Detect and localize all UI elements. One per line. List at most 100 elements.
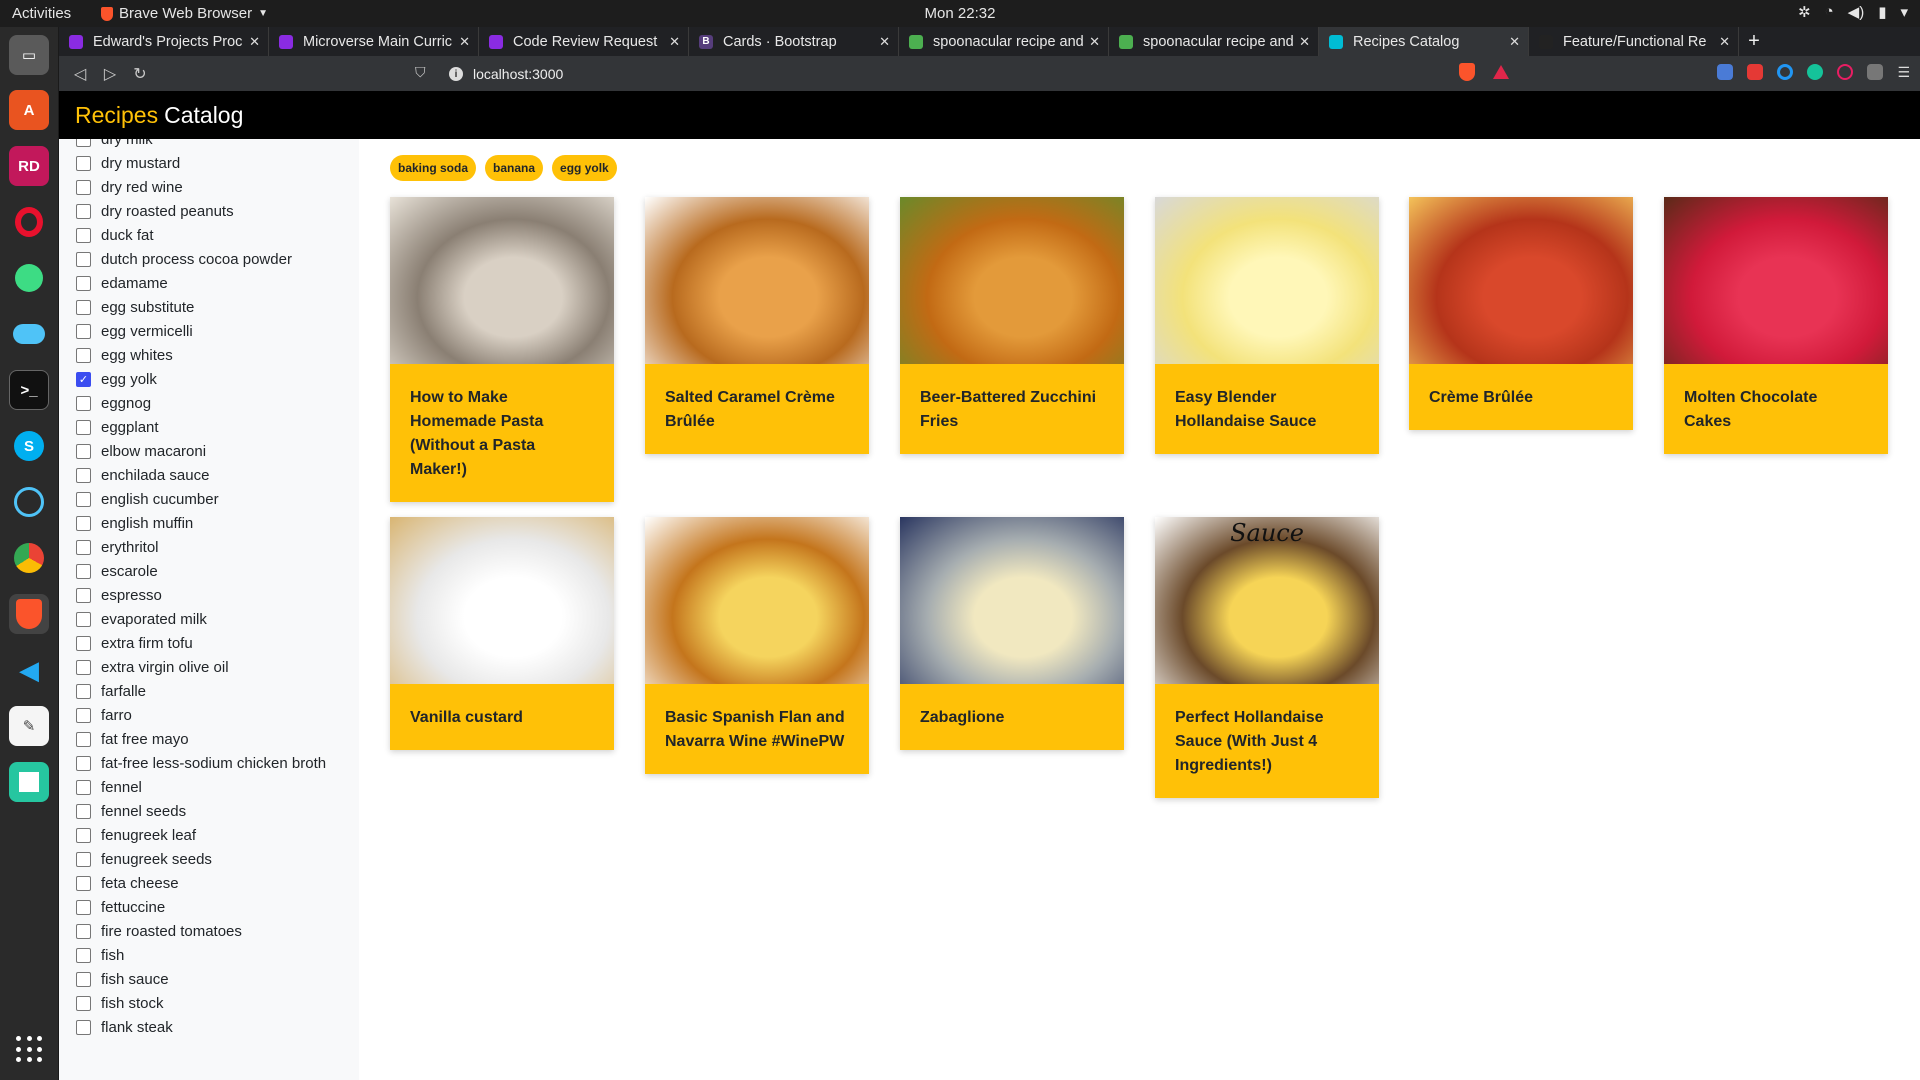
ingredient-checkbox[interactable] [76, 1019, 91, 1035]
ingredient-checkbox[interactable] [76, 635, 91, 651]
remote-desktop-icon[interactable] [9, 482, 49, 522]
browser-tab[interactable]: Code Review Request ✕ [479, 27, 689, 56]
ingredient-checkbox[interactable] [76, 539, 91, 555]
ingredient-item[interactable]: evaporated milk [76, 607, 326, 631]
ingredient-checkbox[interactable] [76, 947, 91, 963]
ingredient-checkbox[interactable] [76, 203, 91, 219]
browser-tab[interactable]: Feature/Functional Re ✕ [1529, 27, 1739, 56]
ingredient-checkbox[interactable] [76, 395, 91, 411]
forward-icon[interactable]: ▷ [95, 64, 125, 84]
ingredient-checkbox[interactable] [76, 683, 91, 699]
ingredient-item[interactable]: feta cheese [76, 871, 326, 895]
c-extension-icon[interactable] [1777, 64, 1794, 80]
vscode-icon[interactable]: ◀ [9, 650, 49, 690]
recipe-image-magazine-cover-chocolate[interactable] [1664, 197, 1888, 364]
ingredient-item[interactable]: elbow macaroni [76, 439, 326, 463]
volume-icon[interactable]: ◀) [1848, 3, 1865, 21]
close-tab-icon[interactable]: ✕ [879, 34, 890, 50]
weather-icon[interactable] [9, 314, 49, 354]
ingredient-item[interactable]: eggplant [76, 415, 326, 439]
recipe-title[interactable]: Vanilla custard [390, 684, 614, 750]
ingredient-item[interactable]: fish sauce [76, 967, 326, 991]
ingredient-chip[interactable]: banana [485, 155, 544, 181]
chrome-icon[interactable] [9, 538, 49, 578]
ingredient-checkbox[interactable] [76, 419, 91, 435]
software-center-icon[interactable]: A [9, 90, 49, 130]
ingredient-checkbox[interactable] [76, 803, 91, 819]
ingredient-item[interactable]: fennel [76, 775, 326, 799]
close-tab-icon[interactable]: ✕ [1089, 34, 1100, 50]
ingredient-checkbox[interactable] [76, 659, 91, 675]
recipe-title[interactable]: How to Make Homemade Pasta (Without a Pa… [390, 364, 614, 502]
ingredient-checkbox[interactable] [76, 491, 91, 507]
brave-icon[interactable] [9, 594, 49, 634]
recipe-image-hollandaise-ramekin[interactable]: Sauce [1155, 517, 1379, 684]
ingredient-checkbox[interactable] [76, 155, 91, 171]
menu-icon[interactable]: ☰ [1897, 64, 1910, 81]
close-tab-icon[interactable]: ✕ [1299, 34, 1310, 50]
recipe-card[interactable]: Beer-Battered Zucchini Fries [900, 197, 1124, 454]
address-bar[interactable]: i localhost:3000 [449, 61, 1537, 87]
activities-button[interactable]: Activities [0, 5, 95, 22]
ingredient-item[interactable]: enchilada sauce [76, 463, 326, 487]
recipe-title[interactable]: Beer-Battered Zucchini Fries [900, 364, 1124, 454]
ingredient-checkbox[interactable] [76, 707, 91, 723]
ingredient-checkbox[interactable] [76, 251, 91, 267]
ingredient-checkbox[interactable] [76, 827, 91, 843]
recipe-title[interactable]: Zabaglione [900, 684, 1124, 750]
site-info-icon[interactable]: i [449, 67, 463, 81]
screen-recorder-extension-icon[interactable] [1747, 64, 1764, 80]
ingredient-item[interactable]: ✓ egg yolk [76, 367, 326, 391]
recipe-image-zucchini-fries[interactable] [900, 197, 1124, 364]
ingredient-chip[interactable]: baking soda [390, 155, 477, 181]
ingredient-checkbox[interactable] [76, 971, 91, 987]
ingredient-item[interactable]: dry roasted peanuts [76, 199, 326, 223]
close-tab-icon[interactable]: ✕ [1719, 34, 1730, 50]
blocker-extension-icon[interactable] [1837, 64, 1854, 80]
opera-icon[interactable] [9, 202, 49, 242]
browser-tab[interactable]: Microverse Main Curric ✕ [269, 27, 479, 56]
recipe-image-custard-pitcher[interactable] [390, 517, 614, 684]
recipe-title[interactable]: Easy Blender Hollandaise Sauce [1155, 364, 1379, 454]
ingredient-checkbox[interactable] [76, 139, 91, 147]
rider-icon[interactable]: RD [9, 146, 49, 186]
ingredient-item[interactable]: extra virgin olive oil [76, 655, 326, 679]
browser-tab[interactable]: B Cards · Bootstrap ✕ [689, 27, 899, 56]
ingredient-checkbox[interactable] [76, 923, 91, 939]
clock[interactable]: Mon 22:32 [0, 5, 1920, 22]
ingredient-checkbox[interactable] [76, 563, 91, 579]
ingredient-checkbox[interactable] [76, 323, 91, 339]
recipe-card[interactable]: How to Make Homemade Pasta (Without a Pa… [390, 197, 614, 502]
browser-tab[interactable]: spoonacular recipe and ✕ [1109, 27, 1319, 56]
ingredient-item[interactable]: egg vermicelli [76, 319, 326, 343]
recipe-title[interactable]: Molten Chocolate Cakes [1664, 364, 1888, 454]
recipe-image-creme-brulee-ramekin[interactable] [645, 197, 869, 364]
recipe-image-hollandaise-spoon[interactable] [1155, 197, 1379, 364]
terminal-icon[interactable]: >_ [9, 370, 49, 410]
ingredient-item[interactable]: fat free mayo [76, 727, 326, 751]
ingredient-checkbox[interactable] [76, 275, 91, 291]
bookmark-icon[interactable]: ⛉ [415, 64, 426, 81]
browser-tab[interactable]: Recipes Catalog ✕ [1319, 27, 1529, 56]
ingredient-item[interactable]: dutch process cocoa powder [76, 247, 326, 271]
brand-recipes[interactable]: Recipes [75, 102, 158, 129]
ingredient-item[interactable]: dry milk [76, 139, 326, 151]
recipe-title[interactable]: Crème Brûlée [1409, 364, 1633, 430]
browser-tab[interactable]: spoonacular recipe and ✕ [899, 27, 1109, 56]
ingredient-checkbox[interactable] [76, 611, 91, 627]
ingredient-checkbox[interactable] [76, 851, 91, 867]
ingredient-checkbox[interactable] [76, 179, 91, 195]
brave-rewards-icon[interactable] [1493, 65, 1509, 79]
ingredient-checkbox[interactable] [76, 995, 91, 1011]
ingredient-item[interactable]: egg whites [76, 343, 326, 367]
ingredient-item[interactable]: english muffin [76, 511, 326, 535]
grammarly-extension-icon[interactable] [1807, 64, 1824, 80]
recipe-card[interactable]: Molten Chocolate Cakes [1664, 197, 1888, 454]
window-app-icon[interactable] [9, 762, 49, 802]
recipe-card[interactable]: Sauce Perfect Hollandaise Sauce (With Jus… [1155, 517, 1379, 798]
ingredient-item[interactable]: fish [76, 943, 326, 967]
close-tab-icon[interactable]: ✕ [1509, 34, 1520, 50]
ingredient-checkbox[interactable] [76, 347, 91, 363]
ingredient-item[interactable]: duck fat [76, 223, 326, 247]
reload-icon[interactable]: ↻ [125, 64, 155, 84]
